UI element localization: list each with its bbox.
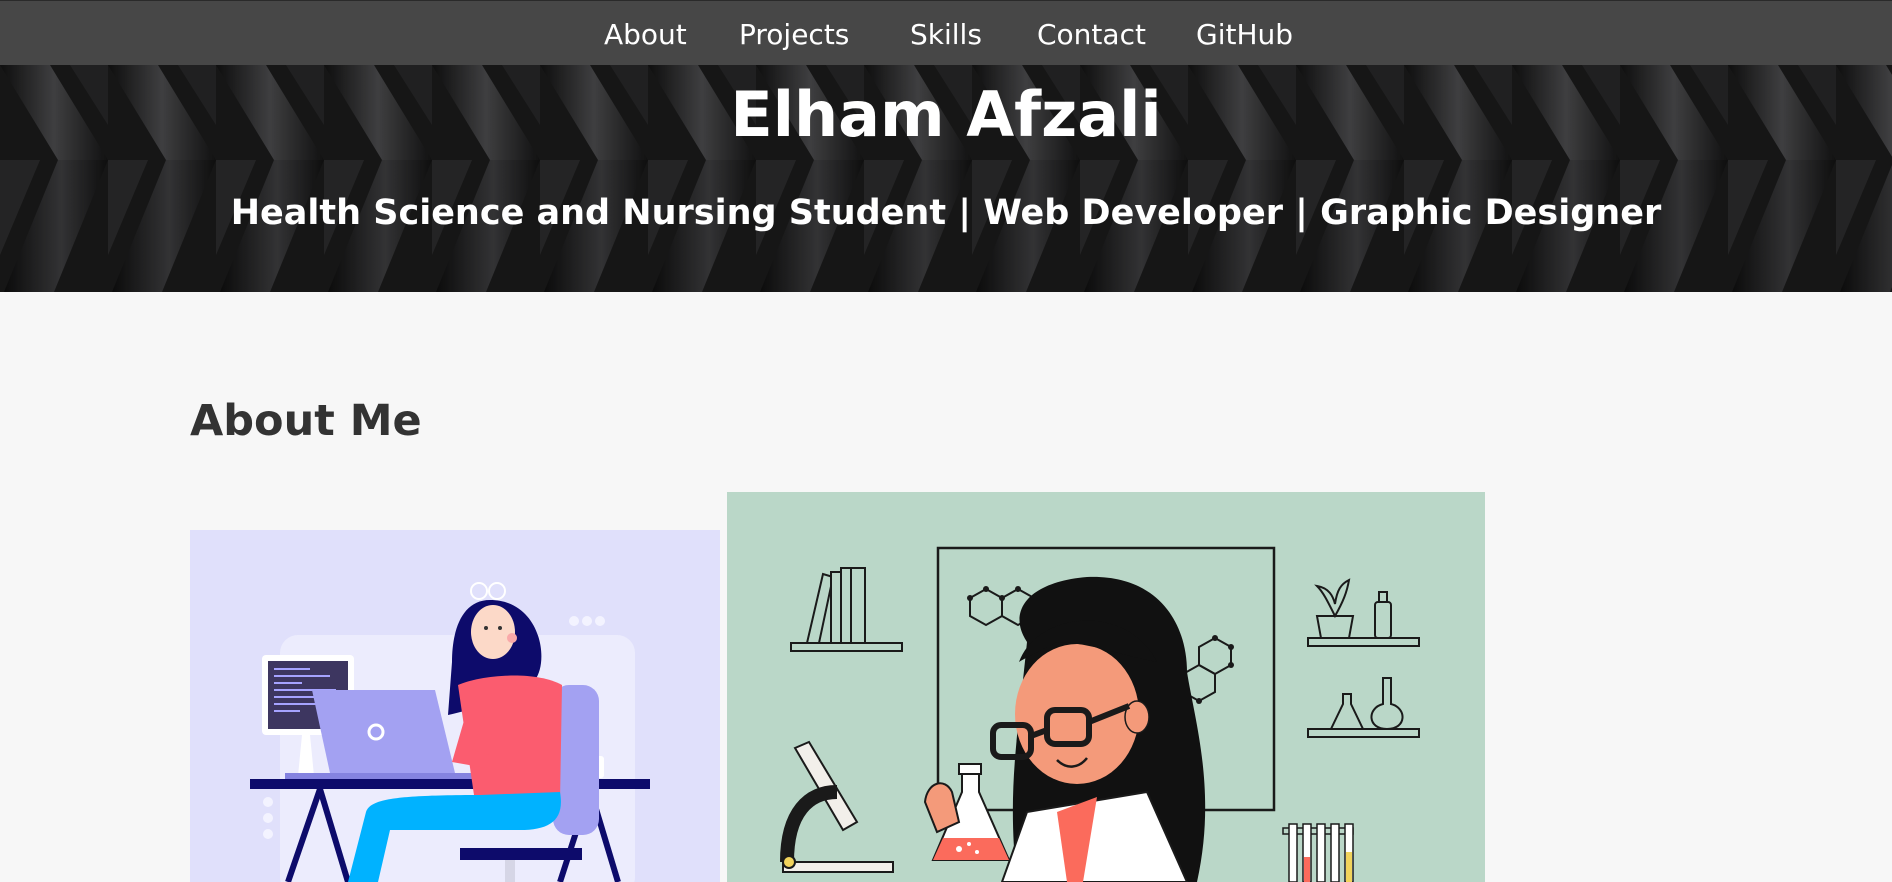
top-nav: About Projects Skills Contact GitHub bbox=[0, 0, 1892, 65]
developer-illustration bbox=[190, 530, 720, 882]
nav-link-skills[interactable]: Skills bbox=[910, 17, 982, 53]
hero-title: Elham Afzali bbox=[730, 78, 1162, 151]
nav-link-about[interactable]: About bbox=[604, 17, 687, 53]
developer-illustration-icon bbox=[190, 530, 720, 882]
hero-header: Elham Afzali Health Science and Nursing … bbox=[0, 65, 1892, 292]
scientist-illustration-icon bbox=[727, 492, 1485, 882]
nav-link-contact[interactable]: Contact bbox=[1037, 17, 1146, 53]
nav-link-github[interactable]: GitHub bbox=[1196, 17, 1293, 53]
about-heading: About Me bbox=[190, 396, 422, 446]
hero-subtitle: Health Science and Nursing Student | Web… bbox=[230, 193, 1662, 233]
scientist-illustration bbox=[727, 492, 1485, 882]
nav-link-projects[interactable]: Projects bbox=[739, 17, 849, 53]
